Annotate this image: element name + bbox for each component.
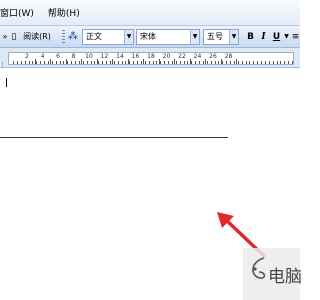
watermark-text: 电脑 xyxy=(268,267,302,287)
watermark-logo-icon xyxy=(252,257,266,279)
